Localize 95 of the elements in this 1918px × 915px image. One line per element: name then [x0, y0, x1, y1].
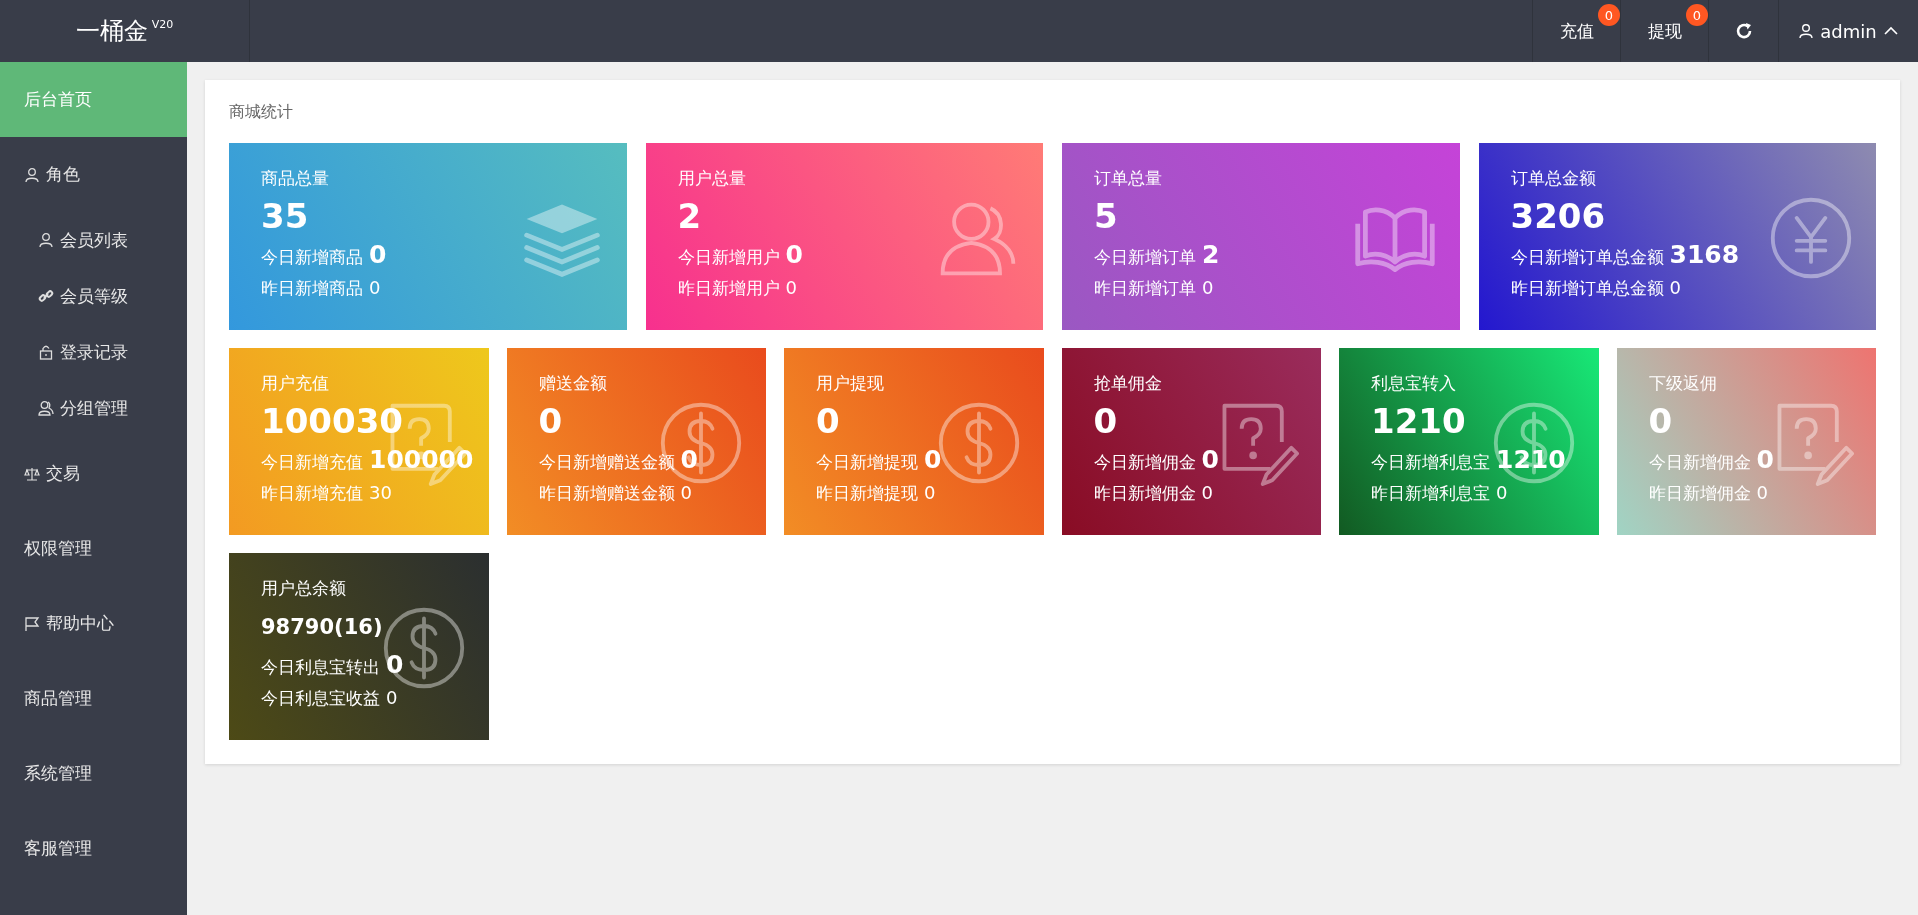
yesterday-label: 昨日新增佣金: [1093, 482, 1196, 505]
sidebar-item[interactable]: 商品管理: [0, 661, 187, 736]
sidebar-item[interactable]: 权限管理: [0, 511, 187, 586]
today-label: 今日新增订单: [1094, 246, 1196, 269]
yesterday-value: 30: [369, 482, 392, 503]
yen-coin-icon: [1768, 195, 1854, 281]
card-title: 用户提现: [816, 372, 884, 395]
version-label: V20: [151, 18, 174, 31]
card-title: 用户充值: [261, 372, 329, 395]
today-value: 100000: [369, 445, 474, 474]
card-value: 0: [538, 400, 563, 443]
today-label: 今日新增赠送金额: [538, 451, 675, 474]
card-value: 98790(16): [261, 614, 383, 641]
yesterday-value: 0: [386, 687, 398, 708]
link-icon: [38, 288, 54, 304]
yesterday-label: 昨日新增提现: [816, 482, 918, 505]
today-value: 0: [386, 650, 404, 679]
sidebar-item[interactable]: 交易: [0, 436, 187, 511]
app-logo[interactable]: 一桶金: [75, 15, 148, 47]
card-value: 2: [677, 195, 702, 238]
lock-icon: [38, 344, 54, 360]
card-value: 1210: [1371, 400, 1466, 443]
today-label: 今日新增佣金: [1648, 451, 1751, 474]
header-action-button[interactable]: 充值 0: [1532, 0, 1620, 62]
header-action-button[interactable]: 提现 0: [1620, 0, 1708, 62]
yesterday-label: 今日利息宝收益: [261, 687, 380, 710]
flag-icon: [24, 615, 40, 632]
card-title: 订单总量: [1094, 167, 1162, 190]
card-title: 用户总余额: [261, 577, 346, 600]
yesterday-value: 0: [369, 277, 381, 298]
yesterday-value: 0: [924, 482, 936, 503]
card-title: 赠送金额: [538, 372, 607, 395]
today-label: 今日新增订单总金额: [1510, 246, 1664, 269]
yesterday-label: 昨日新增订单总金额: [1510, 277, 1664, 300]
sidebar-item[interactable]: 客服管理: [0, 811, 187, 886]
card-value: 5: [1094, 195, 1118, 238]
users-icon: [38, 400, 54, 416]
card-value: 100030: [261, 400, 403, 443]
today-label: 今日新增佣金: [1093, 451, 1196, 474]
count-badge: 0: [1686, 4, 1708, 26]
today-label: 今日新增商品: [261, 246, 363, 269]
sidebar-item[interactable]: 帮助中心: [0, 586, 187, 661]
today-label: 今日新增用户: [677, 246, 780, 269]
sidebar-subitem[interactable]: 会员等级: [0, 268, 187, 324]
card-title: 利息宝转入: [1371, 372, 1456, 395]
person-icon: [1798, 23, 1815, 39]
today-label: 今日新增提现: [816, 451, 918, 474]
yesterday-label: 昨日新增订单: [1094, 277, 1196, 300]
yesterday-label: 昨日新增商品: [261, 277, 363, 300]
sidebar-subitem[interactable]: 分组管理: [0, 380, 187, 436]
person-icon: [24, 166, 40, 183]
yesterday-value: 0: [1669, 277, 1681, 298]
yesterday-label: 昨日新增利息宝: [1371, 482, 1490, 505]
card-title: 抢单佣金: [1093, 372, 1162, 395]
card-title: 用户总量: [677, 167, 746, 190]
card-value: 3206: [1510, 195, 1606, 238]
today-value: 2: [1202, 240, 1220, 269]
card-title: 下级返佣: [1648, 372, 1717, 395]
sidebar-subitem[interactable]: 登录记录: [0, 324, 187, 380]
person-icon: [38, 232, 54, 248]
yesterday-value: 0: [1202, 277, 1214, 298]
yesterday-value: 0: [1201, 482, 1213, 503]
today-value: 0: [680, 445, 698, 474]
card-value: 0: [816, 400, 840, 443]
today-value: 0: [369, 240, 387, 269]
today-label: 今日利息宝转出: [261, 656, 380, 679]
yesterday-label: 昨日新增佣金: [1648, 482, 1751, 505]
count-badge: 0: [1598, 4, 1620, 26]
card-title: 商品总量: [261, 167, 329, 190]
today-value: 0: [924, 445, 942, 474]
yesterday-value: 0: [1496, 482, 1508, 503]
refresh-icon: [1734, 22, 1753, 40]
dollar-coin-icon: [658, 400, 744, 486]
scale-icon: [24, 465, 40, 482]
card-title: 订单总金额: [1510, 167, 1596, 190]
card-value: 35: [261, 195, 309, 238]
yesterday-value: 0: [1756, 482, 1768, 503]
today-value: 0: [1756, 445, 1774, 474]
sidebar-item[interactable]: 系统管理: [0, 736, 187, 811]
today-value: 3168: [1669, 240, 1740, 269]
today-value: 1210: [1496, 445, 1566, 474]
today-value: 0: [785, 240, 803, 269]
sidebar-item[interactable]: 角色: [0, 137, 187, 212]
card-value: 0: [1648, 400, 1673, 443]
yesterday-label: 昨日新增充值: [261, 482, 363, 505]
yesterday-label: 昨日新增用户: [677, 277, 780, 300]
today-label: 今日新增充值: [261, 451, 363, 474]
yesterday-value: 0: [785, 277, 797, 298]
card-value: 0: [1093, 400, 1118, 443]
today-value: 0: [1201, 445, 1219, 474]
yesterday-label: 昨日新增赠送金额: [538, 482, 675, 505]
sidebar-subitem[interactable]: 会员列表: [0, 212, 187, 268]
panel-title: 商城统计: [229, 102, 293, 123]
today-label: 今日新增利息宝: [1371, 451, 1490, 474]
yesterday-value: 0: [680, 482, 692, 503]
